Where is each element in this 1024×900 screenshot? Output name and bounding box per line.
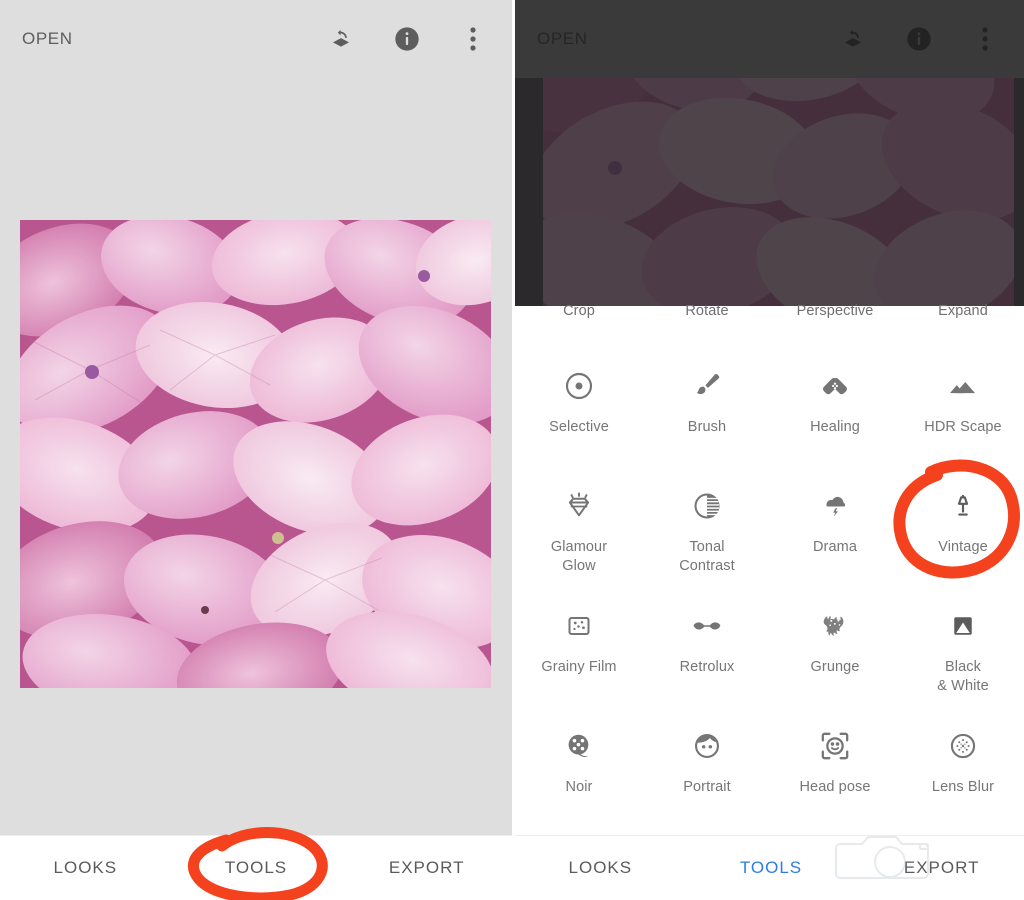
black-and-white-icon: [943, 606, 983, 646]
tool-black-and-white[interactable]: Black & White: [899, 592, 1024, 710]
dual-screenshot-comparison: OPEN LOOKS TOOLS EXPORT OPEN Crop Rotate…: [0, 0, 1024, 900]
tool-label: Grunge: [810, 659, 860, 675]
nav-item-export[interactable]: EXPORT: [341, 858, 512, 878]
tool-label: Expand: [938, 303, 988, 319]
tool-label: Portrait: [683, 779, 731, 795]
tool-glamour-glow[interactable]: Glamour Glow: [515, 472, 643, 590]
left-app-bar: OPEN: [0, 0, 512, 78]
camera-watermark-icon: [830, 832, 950, 884]
tool-label: Drama: [812, 539, 857, 555]
open-button[interactable]: OPEN: [22, 29, 73, 49]
tool-label: Retrolux: [679, 659, 735, 675]
lens-blur-icon: [943, 726, 983, 766]
tool-lens-blur[interactable]: Lens Blur: [899, 712, 1024, 830]
tool-crop[interactable]: Crop: [515, 288, 643, 406]
dim-overlay: [515, 78, 1024, 306]
tool-tonal-contrast[interactable]: Tonal Contrast: [643, 472, 771, 590]
info-icon[interactable]: [902, 22, 936, 56]
right-image-stage-dimmed: [515, 78, 1024, 306]
drama-icon: [815, 486, 855, 526]
nav-item-tools[interactable]: TOOLS: [171, 858, 342, 878]
tonal-contrast-icon: [687, 486, 727, 526]
nav-item-looks[interactable]: LOOKS: [0, 858, 171, 878]
overflow-menu-icon[interactable]: [456, 22, 490, 56]
portrait-icon: [687, 726, 727, 766]
tool-rotate[interactable]: Rotate: [643, 288, 771, 406]
edited-photo[interactable]: [20, 220, 491, 688]
tool-label: Lens Blur: [931, 779, 995, 795]
tool-vintage[interactable]: Vintage: [899, 472, 1024, 590]
grunge-icon: [815, 606, 855, 646]
tool-label: Tonal Contrast: [679, 539, 735, 574]
tool-label: Black & White: [937, 659, 989, 694]
glamour-glow-icon: [559, 486, 599, 526]
tool-label: Brush: [687, 419, 727, 435]
tools-grid: Selective Brush Healing HDR Scape Glamou…: [515, 352, 1024, 830]
left-bottom-nav: LOOKS TOOLS EXPORT: [0, 835, 512, 900]
left-screen: OPEN LOOKS TOOLS EXPORT: [0, 0, 512, 900]
right-app-bar: OPEN: [515, 0, 1024, 78]
right-app-bar-actions: [836, 22, 1002, 56]
tool-label: Crop: [563, 303, 595, 319]
info-icon[interactable]: [390, 22, 424, 56]
tool-expand[interactable]: Expand: [899, 288, 1024, 406]
right-screen: OPEN Crop Rotate Perspective Expand Sele…: [512, 0, 1024, 900]
noir-icon: [559, 726, 599, 766]
undo-layers-icon[interactable]: [836, 22, 870, 56]
tool-label: Healing: [810, 419, 860, 435]
tool-grainy-film[interactable]: Grainy Film: [515, 592, 643, 710]
tool-head-pose[interactable]: Head pose: [771, 712, 899, 830]
tool-perspective[interactable]: Perspective: [771, 288, 899, 406]
tool-label: HDR Scape: [924, 419, 1002, 435]
head-pose-icon: [815, 726, 855, 766]
hydrangea-petals-artwork: [20, 220, 491, 688]
vintage-lamp-icon: [943, 486, 983, 526]
tool-noir[interactable]: Noir: [515, 712, 643, 830]
tools-row-clipped: Crop Rotate Perspective Expand: [515, 288, 1024, 406]
tool-retrolux[interactable]: Retrolux: [643, 592, 771, 710]
tool-label: Perspective: [796, 303, 874, 319]
tool-portrait[interactable]: Portrait: [643, 712, 771, 830]
retrolux-icon: [687, 606, 727, 646]
tool-label: Grainy Film: [541, 659, 617, 675]
tool-grunge[interactable]: Grunge: [771, 592, 899, 710]
undo-layers-icon[interactable]: [324, 22, 358, 56]
tool-label: Glamour Glow: [550, 539, 608, 574]
tool-label: Selective: [549, 419, 609, 435]
tool-label: Noir: [565, 779, 593, 795]
nav-item-looks[interactable]: LOOKS: [515, 858, 686, 878]
tool-drama[interactable]: Drama: [771, 472, 899, 590]
open-button[interactable]: OPEN: [537, 29, 588, 49]
tool-label: Vintage: [938, 539, 988, 555]
grainy-film-icon: [559, 606, 599, 646]
tools-panel: Crop Rotate Perspective Expand Selective…: [515, 303, 1024, 835]
overflow-menu-icon[interactable]: [968, 22, 1002, 56]
left-image-stage: [0, 78, 512, 835]
tool-label: Rotate: [685, 303, 729, 319]
left-app-bar-actions: [324, 22, 490, 56]
tool-label: Head pose: [799, 779, 871, 795]
